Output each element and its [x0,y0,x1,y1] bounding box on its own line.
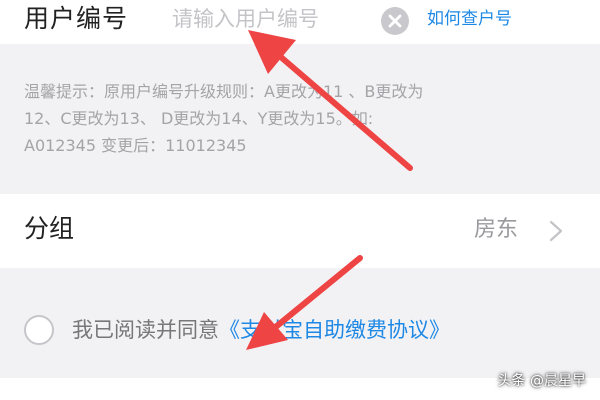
group-selected-value: 房东 [474,217,519,242]
how-to-find-account-link[interactable]: 如何查户号 [427,6,512,32]
account-number-input[interactable] [172,4,368,34]
agreement-row: 我已阅读并同意《支付宝自助缴费协议》 [0,268,600,372]
tip-line: A012345 变更后：11012345 [24,136,247,155]
upgrade-tip: 温馨提示：原用户编号升级规则：A更改为11 、B更改为 12、C更改为13、 D… [24,78,580,159]
chevron-right-icon [549,220,563,242]
tip-line: 12、C更改为13、 D更改为14、Y更改为15。如: [24,109,374,128]
payment-form-screen: 用户编号 如何查户号 温馨提示：原用户编号升级规则：A更改为11 、B更改为 1… [0,0,600,400]
watermark: 头条 @晨星早 [497,373,586,389]
group-selector-row[interactable]: 分组 房东 [0,194,600,268]
agreement-prefix: 我已阅读并同意 [72,318,219,342]
clear-input-icon[interactable] [380,6,410,36]
agreement-link[interactable]: 《支付宝自助缴费协议》 [219,318,450,342]
group-label: 分组 [24,214,75,243]
tip-line: 温馨提示：原用户编号升级规则：A更改为11 、B更改为 [24,82,424,101]
agreement-checkbox[interactable] [24,315,54,345]
account-number-label: 用户编号 [24,4,129,33]
account-number-row: 用户编号 如何查户号 [0,0,600,44]
agreement-text: 我已阅读并同意《支付宝自助缴费协议》 [72,315,450,345]
